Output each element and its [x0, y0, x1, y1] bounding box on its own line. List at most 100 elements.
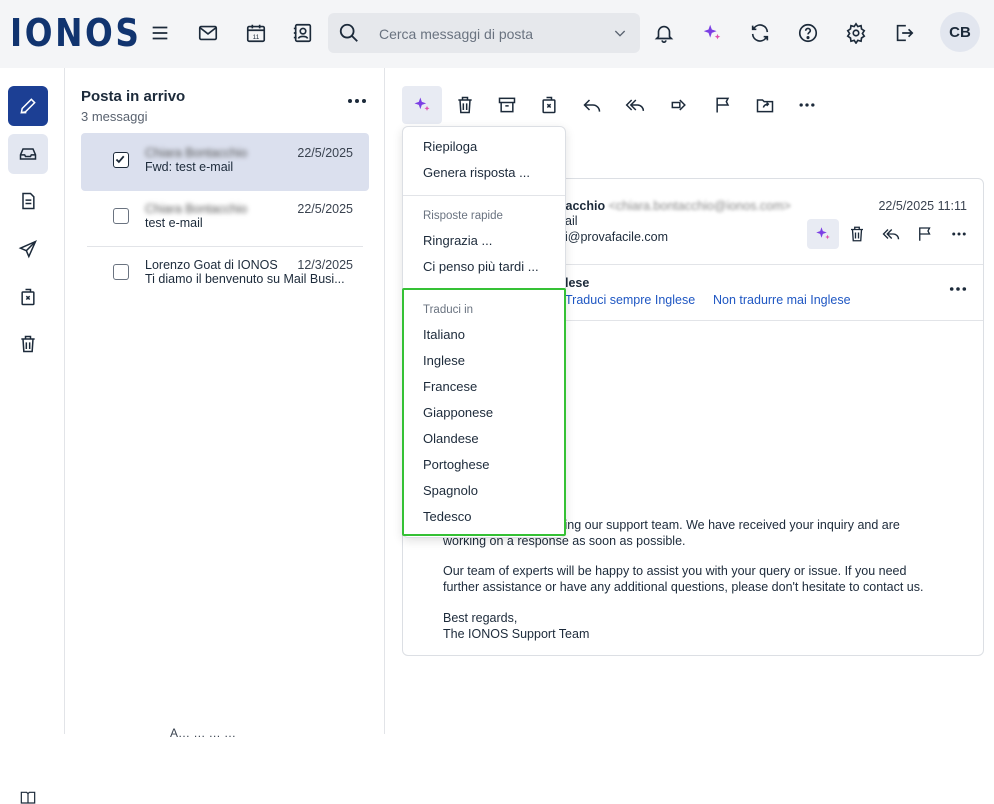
folder-count: 3 messaggi	[81, 109, 148, 124]
move-button[interactable]	[745, 86, 785, 124]
detected-language: lese	[565, 276, 590, 290]
archive-icon	[498, 97, 516, 113]
pencil-icon	[20, 98, 36, 114]
contacts-icon[interactable]	[288, 18, 318, 48]
spam-button[interactable]	[529, 86, 569, 124]
reply-all-icon	[882, 229, 900, 240]
checkbox[interactable]	[113, 208, 129, 224]
email-to: ail	[565, 214, 578, 228]
body-line: Our team of experts will be happy to ass…	[443, 564, 907, 578]
delete-button[interactable]	[445, 86, 485, 124]
reply-all-email-button[interactable]	[875, 219, 907, 249]
menu-item-lang-english[interactable]: Inglese	[423, 353, 465, 368]
message-subject: test e-mail	[145, 216, 203, 230]
more-email-button[interactable]	[943, 219, 975, 249]
message-list-pane: Posta in arrivo 3 messaggi Chiara Bontac…	[65, 68, 385, 740]
search-icon	[339, 23, 358, 42]
menu-item-lang-spanish[interactable]: Spagnolo	[423, 483, 478, 498]
search-input[interactable]: Cerca messaggi di posta	[328, 13, 640, 53]
reply-all-icon	[625, 99, 645, 111]
more-options-icon	[952, 232, 966, 236]
left-nav	[0, 68, 65, 804]
search-placeholder: Cerca messaggi di posta	[379, 26, 534, 42]
inbox-icon	[19, 148, 37, 160]
flag-button[interactable]	[703, 86, 743, 124]
more-options-icon	[799, 103, 815, 107]
message-date: 22/5/2025	[297, 202, 353, 216]
translate-always-link[interactable]: Traduci sempre Inglese	[565, 293, 695, 307]
flag-email-button[interactable]	[909, 219, 941, 249]
mail-icon[interactable]	[193, 18, 223, 48]
checkbox[interactable]	[113, 152, 129, 168]
calendar-icon[interactable]: 11	[241, 18, 271, 48]
nav-inbox[interactable]	[8, 134, 48, 174]
move-folder-icon	[756, 99, 774, 113]
nav-spam[interactable]	[8, 277, 48, 317]
menu-section-quick-replies: Risposte rapide	[423, 210, 503, 222]
reply-icon	[583, 99, 601, 112]
menu-icon[interactable]	[145, 18, 175, 48]
delete-email-button[interactable]	[841, 219, 873, 249]
menu-separator	[403, 195, 565, 196]
email-body-p2: Our team of experts will be happy to ass…	[443, 564, 963, 595]
bell-icon[interactable]	[649, 18, 679, 48]
menu-item-lang-french[interactable]: Francese	[423, 379, 477, 394]
menu-item-summarize[interactable]: Riepiloga	[423, 139, 477, 154]
translate-never-link[interactable]: Non tradurre mai Inglese	[713, 293, 851, 307]
trash-icon	[851, 226, 863, 242]
more-options-icon[interactable]	[347, 96, 367, 106]
nav-trash[interactable]	[8, 324, 48, 364]
list-item[interactable]: Lorenzo Goat di IONOS Ti diamo il benven…	[81, 245, 369, 303]
book-icon[interactable]	[20, 790, 36, 804]
nav-sent[interactable]	[8, 229, 48, 269]
email-body-p3: Best regards, The IONOS Support Team	[443, 611, 963, 642]
ai-sparkle-icon	[414, 97, 430, 111]
sync-icon[interactable]	[745, 18, 775, 48]
message-subject: Ti diamo il benvenuto su Mail Busi...	[145, 272, 345, 286]
ai-email-button[interactable]	[807, 219, 839, 249]
spam-icon	[21, 288, 35, 306]
list-item[interactable]: Chiara Bontacchio Fwd: test e-mail 22/5/…	[81, 133, 369, 191]
menu-item-lang-german[interactable]: Tedesco	[423, 509, 471, 524]
help-icon[interactable]	[793, 18, 823, 48]
reply-button[interactable]	[572, 86, 612, 124]
menu-item-thank[interactable]: Ringrazia ...	[423, 233, 492, 248]
flag-icon	[716, 97, 730, 113]
logout-icon[interactable]	[889, 18, 919, 48]
archive-button[interactable]	[487, 86, 527, 124]
checkbox[interactable]	[113, 264, 129, 280]
compose-button[interactable]	[8, 86, 48, 126]
trash-icon	[21, 335, 35, 353]
more-actions-button[interactable]	[787, 86, 827, 124]
email-cc: i@provafacile.com	[565, 230, 669, 244]
body-line: further assistance or have any additiona…	[443, 579, 924, 594]
svg-text:11: 11	[253, 34, 260, 41]
avatar[interactable]: CB	[940, 12, 980, 52]
email-from: …acchio <chiara.bontacchio@ionos.com>	[553, 199, 791, 213]
folder-title: Posta in arrivo	[81, 88, 186, 105]
menu-item-generate-reply[interactable]: Genera risposta ...	[423, 165, 530, 180]
gear-icon[interactable]	[841, 18, 871, 48]
message-date: 22/5/2025	[297, 146, 353, 160]
list-item[interactable]: Chiara Bontacchio test e-mail 22/5/2025	[81, 189, 369, 247]
flag-icon	[919, 227, 931, 241]
check-icon	[115, 155, 125, 164]
reply-all-button[interactable]	[615, 86, 655, 124]
menu-section-translate: Traduci in	[423, 304, 474, 316]
ai-assistant-button[interactable]	[402, 86, 442, 124]
menu-item-lang-italian[interactable]: Italiano	[423, 327, 465, 342]
nav-drafts[interactable]	[8, 181, 48, 221]
ai-sparkle-icon	[816, 227, 830, 240]
message-sender: Chiara Bontacchio	[145, 202, 248, 216]
menu-item-lang-dutch[interactable]: Olandese	[423, 431, 479, 446]
forward-icon	[671, 99, 686, 111]
chevron-down-icon[interactable]	[612, 25, 628, 41]
more-options-icon[interactable]	[949, 285, 967, 293]
ai-sparkle-icon[interactable]	[697, 18, 727, 48]
ionos-logo[interactable]: IONOS	[10, 14, 142, 52]
menu-item-lang-portuguese[interactable]: Portoghese	[423, 457, 490, 472]
menu-item-lang-japanese[interactable]: Giapponese	[423, 405, 493, 420]
menu-item-think-later[interactable]: Ci penso più tardi ...	[423, 259, 539, 274]
forward-button[interactable]	[659, 86, 699, 124]
body-line: Best regards,	[443, 611, 518, 625]
